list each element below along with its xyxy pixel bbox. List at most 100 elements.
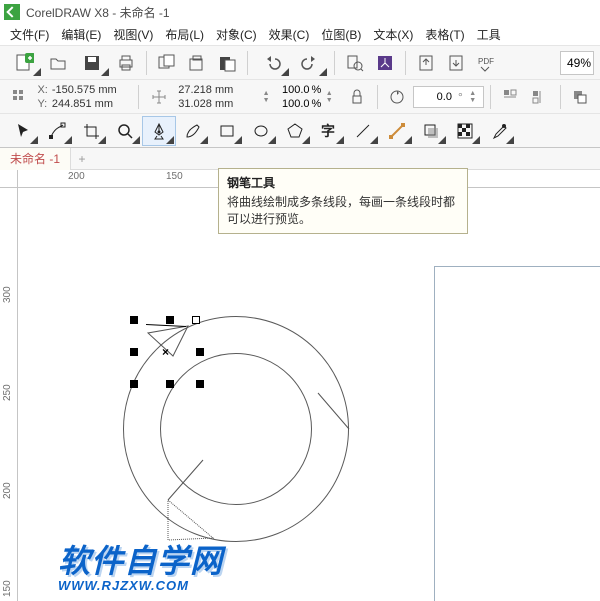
- menu-tools[interactable]: 工具: [471, 26, 507, 43]
- tooltip-body: 将曲线绘制成多条线段，每画一条线段时都可以进行预览。: [227, 194, 459, 228]
- menu-table[interactable]: 表格(T): [419, 26, 470, 43]
- rectangle-tool[interactable]: [210, 116, 244, 146]
- menu-object[interactable]: 对象(C): [210, 26, 263, 43]
- undo-button[interactable]: [254, 49, 290, 77]
- svg-text:字: 字: [321, 123, 335, 139]
- drop-shadow-tool[interactable]: [414, 116, 448, 146]
- position-fields: X: -150.575 mm Y: 244.851 mm: [37, 83, 131, 111]
- selection-handle[interactable]: [192, 316, 200, 324]
- scale-spinner[interactable]: ▲▼: [323, 90, 335, 104]
- tab-active[interactable]: 未命名 -1: [0, 148, 71, 170]
- rotation-input[interactable]: ° ▲▼: [413, 86, 484, 108]
- pen-tool[interactable]: [142, 116, 176, 146]
- tooltip: 钢笔工具 将曲线绘制成多条线段，每画一条线段时都可以进行预览。: [218, 168, 468, 234]
- x-value[interactable]: -150.575 mm: [52, 84, 132, 96]
- y-label: Y:: [37, 98, 47, 110]
- selection-handle[interactable]: [196, 348, 204, 356]
- y-value[interactable]: 244.851 mm: [52, 98, 132, 110]
- print-button[interactable]: [112, 49, 140, 77]
- app-title: CorelDRAW X8 - 未命名 -1: [26, 4, 170, 21]
- parallel-dimension-tool[interactable]: [346, 116, 380, 146]
- menu-view[interactable]: 视图(V): [107, 26, 159, 43]
- ruler-tick: 200: [2, 482, 13, 499]
- zoom-input[interactable]: 49%: [560, 51, 594, 75]
- eyedropper-tool[interactable]: [482, 116, 516, 146]
- add-tab-button[interactable]: +: [71, 152, 93, 166]
- export-button[interactable]: [412, 49, 440, 77]
- menu-layout[interactable]: 布局(L): [159, 26, 210, 43]
- separator: [146, 51, 147, 75]
- size-fields: 27.218 mm 31.028 mm: [174, 83, 258, 111]
- menu-effect[interactable]: 效果(C): [263, 26, 316, 43]
- ruler-tick: 200: [68, 171, 85, 182]
- standard-toolbar: PDF 49%: [0, 46, 600, 80]
- connector-tool[interactable]: [380, 116, 414, 146]
- zoom-tool[interactable]: [108, 116, 142, 146]
- canvas[interactable]: 钢笔工具 将曲线绘制成多条线段，每画一条线段时都可以进行预览。 × 软件自学网: [18, 188, 600, 601]
- separator: [247, 51, 248, 75]
- paste-button[interactable]: [213, 49, 241, 77]
- separator: [334, 51, 335, 75]
- scale-y[interactable]: 100.0: [282, 98, 310, 110]
- x-label: X:: [37, 84, 47, 96]
- search-content-button[interactable]: [341, 49, 369, 77]
- mirror-h-button[interactable]: [497, 83, 524, 111]
- property-bar: X: -150.575 mm Y: 244.851 mm 27.218 mm 3…: [0, 80, 600, 114]
- import-button[interactable]: [371, 49, 399, 77]
- shape-tool[interactable]: [40, 116, 74, 146]
- titlebar: CorelDRAW X8 - 未命名 -1: [0, 0, 600, 24]
- ruler-origin[interactable]: [0, 170, 18, 188]
- text-tool[interactable]: 字: [312, 116, 346, 146]
- cut-button[interactable]: [153, 49, 181, 77]
- save-button[interactable]: [74, 49, 110, 77]
- selection-handle[interactable]: [166, 316, 174, 324]
- app-logo-icon: [4, 4, 20, 20]
- ruler-vertical[interactable]: 300 250 200 150: [0, 188, 18, 601]
- menu-text[interactable]: 文本(X): [367, 26, 419, 43]
- separator: [490, 85, 491, 109]
- scale-x[interactable]: 100.0: [282, 84, 310, 96]
- page-boundary: [434, 266, 600, 601]
- rotation-icon: [384, 83, 411, 111]
- object-position-icon: [6, 83, 33, 111]
- inner-circle[interactable]: [160, 353, 312, 505]
- separator: [560, 85, 561, 109]
- node-tangent: [146, 324, 186, 327]
- separator: [377, 85, 378, 109]
- pdf-button[interactable]: PDF: [472, 49, 508, 77]
- size-spinner[interactable]: ▲▼: [260, 90, 272, 104]
- menu-file[interactable]: 文件(F): [4, 26, 55, 43]
- artistic-media-tool[interactable]: [176, 116, 210, 146]
- selection-handle[interactable]: [166, 380, 174, 388]
- ruler-tick: 150: [166, 171, 183, 182]
- svg-text:PDF: PDF: [478, 57, 494, 66]
- separator: [138, 85, 139, 109]
- menu-edit[interactable]: 编辑(E): [55, 26, 107, 43]
- toolbox-row: 字: [0, 114, 600, 148]
- rotation-spinner[interactable]: ▲▼: [467, 90, 479, 104]
- height-value[interactable]: 31.028 mm: [178, 98, 258, 110]
- copy-button[interactable]: [183, 49, 211, 77]
- menu-bitmap[interactable]: 位图(B): [315, 26, 367, 43]
- selection-handle[interactable]: [130, 348, 138, 356]
- selection-center-icon[interactable]: ×: [162, 345, 169, 359]
- publish-button[interactable]: [442, 49, 470, 77]
- new-button[interactable]: [6, 49, 42, 77]
- selection-handle[interactable]: [196, 380, 204, 388]
- lock-ratio-button[interactable]: [343, 83, 370, 111]
- rotation-field[interactable]: [418, 90, 454, 104]
- mirror-v-button[interactable]: [526, 83, 553, 111]
- redo-button[interactable]: [292, 49, 328, 77]
- width-value[interactable]: 27.218 mm: [178, 84, 258, 96]
- watermark: 软件自学网 WWW.RJZXW.COM: [58, 536, 223, 593]
- crop-tool[interactable]: [74, 116, 108, 146]
- selection-handle[interactable]: [130, 380, 138, 388]
- tooltip-title: 钢笔工具: [227, 175, 459, 192]
- open-button[interactable]: [44, 49, 72, 77]
- polygon-tool[interactable]: [278, 116, 312, 146]
- pick-tool[interactable]: [6, 116, 40, 146]
- ellipse-tool[interactable]: [244, 116, 278, 146]
- order-button[interactable]: [567, 83, 594, 111]
- selection-handle[interactable]: [130, 316, 138, 324]
- transparency-tool[interactable]: [448, 116, 482, 146]
